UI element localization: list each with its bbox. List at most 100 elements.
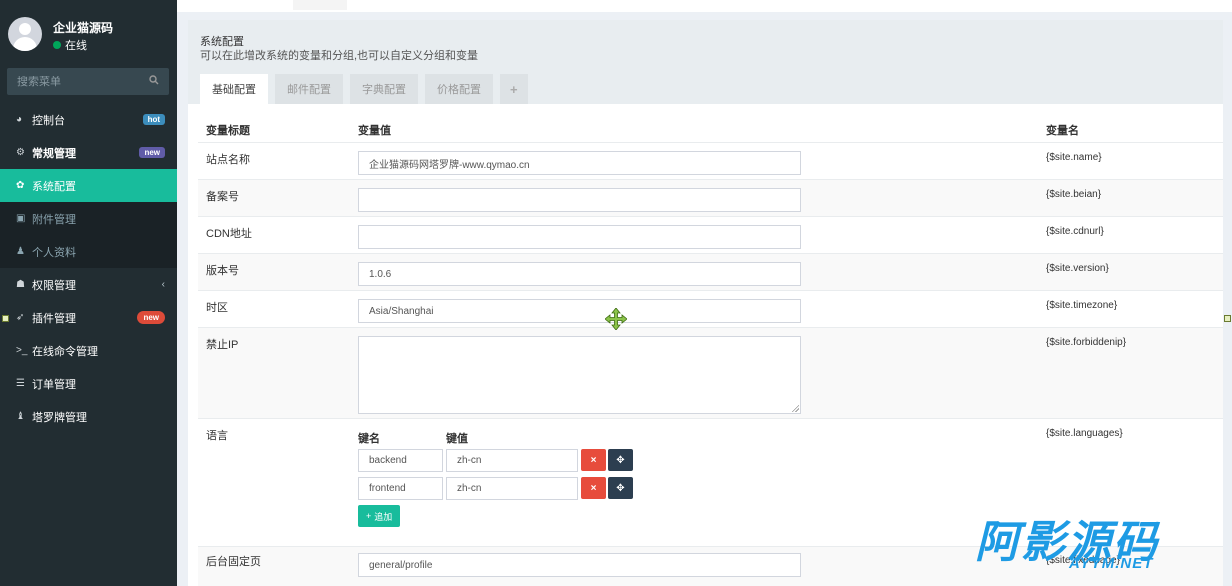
row-label: 禁止IP bbox=[206, 339, 239, 351]
append-button[interactable]: + 追加 bbox=[358, 505, 401, 527]
sidebar-item-addon[interactable]: ➶ 插件管理 new bbox=[0, 301, 177, 334]
rocket-icon: ➶ bbox=[16, 312, 25, 323]
tab-email[interactable]: 邮件配置 bbox=[275, 74, 343, 104]
sidebar-item-label: 在线命令管理 bbox=[32, 345, 98, 358]
sidebar-item-label: 个人资料 bbox=[32, 246, 76, 259]
site-name-input[interactable] bbox=[358, 151, 801, 175]
group-icon: ☗ bbox=[16, 279, 25, 290]
left-resize-marker bbox=[2, 315, 9, 322]
avatar bbox=[8, 17, 42, 51]
sidebar-item-config[interactable]: ✿ 系统配置 bbox=[0, 169, 177, 202]
top-navbar bbox=[177, 0, 1232, 12]
config-tabs: 基础配置 邮件配置 字典配置 价格配置 + bbox=[200, 74, 528, 104]
resize-handle[interactable] bbox=[791, 404, 799, 412]
row-variable: {$site.cdnurl} bbox=[1046, 226, 1104, 237]
dashboard-icon: ◕ bbox=[16, 114, 23, 125]
row-label: 时区 bbox=[206, 302, 228, 314]
beian-input[interactable] bbox=[358, 188, 801, 212]
new-badge: new bbox=[139, 147, 165, 158]
row-label: 后台固定页 bbox=[206, 556, 261, 568]
gear-icon: ✿ bbox=[16, 180, 25, 191]
row-variable: {$site.version} bbox=[1046, 263, 1109, 274]
list-icon: ☰ bbox=[16, 378, 25, 389]
sidebar-item-profile[interactable]: ♟ 个人资料 bbox=[0, 235, 177, 268]
watermark-subtext: AYYM.NET bbox=[1069, 555, 1154, 572]
sidebar-search bbox=[7, 68, 169, 95]
language-value-input[interactable] bbox=[446, 477, 578, 500]
version-input[interactable] bbox=[358, 262, 801, 286]
drag-handle-button[interactable]: ✥ bbox=[608, 449, 633, 471]
user-panel: 企业猫源码 在线 bbox=[0, 0, 177, 64]
sidebar-item-order[interactable]: ☰ 订单管理 bbox=[0, 367, 177, 400]
drag-handle-button[interactable]: ✥ bbox=[608, 477, 633, 499]
online-dot-icon bbox=[53, 41, 61, 49]
chevron-left-icon: ‹ bbox=[161, 279, 165, 290]
value-header: 键值 bbox=[446, 433, 468, 445]
tab-dictionary[interactable]: 字典配置 bbox=[350, 74, 418, 104]
cdn-url-input[interactable] bbox=[358, 225, 801, 249]
terminal-icon: >_ bbox=[16, 345, 28, 356]
tab-basic[interactable]: 基础配置 bbox=[200, 74, 268, 104]
append-button-label: 追加 bbox=[374, 511, 393, 522]
language-value-input[interactable] bbox=[446, 449, 578, 472]
forbidden-ip-textarea[interactable] bbox=[358, 336, 801, 414]
row-variable: {$site.timezone} bbox=[1046, 300, 1118, 311]
chess-icon: ♝ bbox=[16, 411, 25, 422]
language-key-input[interactable] bbox=[358, 449, 443, 472]
timezone-input[interactable] bbox=[358, 299, 801, 323]
sidebar-item-label: 插件管理 bbox=[32, 312, 76, 325]
user-name: 企业猫源码 bbox=[53, 21, 114, 35]
sidebar-item-label: 塔罗牌管理 bbox=[32, 411, 87, 424]
config-panel: 系统配置 可以在此增改系统的变量和分组,也可以自定义分组和变量 基础配置 邮件配… bbox=[188, 20, 1223, 586]
sidebar-item-label: 附件管理 bbox=[32, 213, 76, 226]
row-label: 版本号 bbox=[206, 265, 239, 277]
sidebar-item-general[interactable]: ⚙ 常规管理 new bbox=[0, 136, 177, 169]
nav-tab-stub[interactable] bbox=[293, 0, 347, 10]
move-cursor-icon bbox=[605, 308, 627, 330]
fixed-page-input[interactable] bbox=[358, 553, 801, 577]
row-label: 语言 bbox=[206, 430, 228, 442]
right-resize-marker bbox=[1224, 315, 1231, 322]
row-label: 站点名称 bbox=[206, 154, 250, 166]
row-variable: {$site.beian} bbox=[1046, 189, 1102, 200]
search-icon[interactable] bbox=[149, 75, 159, 88]
add-tab-button[interactable]: + bbox=[500, 74, 528, 104]
sidebar: 企业猫源码 在线 ◕ 控制台 hot ⚙ 常规管理 new ✿ 系统配置 ▣ 附… bbox=[0, 0, 177, 586]
language-key-input[interactable] bbox=[358, 477, 443, 500]
cogs-icon: ⚙ bbox=[16, 147, 25, 158]
search-input[interactable] bbox=[17, 75, 137, 88]
sidebar-item-label: 系统配置 bbox=[32, 180, 76, 193]
row-variable: {$site.forbiddenip} bbox=[1046, 337, 1127, 348]
sidebar-item-auth[interactable]: ☗ 权限管理 ‹ bbox=[0, 268, 177, 301]
row-variable: {$site.name} bbox=[1046, 152, 1102, 163]
table-row: 站点名称 {$site.name} bbox=[198, 142, 1223, 179]
row-variable: {$site.languages} bbox=[1046, 428, 1123, 439]
key-header: 键名 bbox=[358, 433, 380, 445]
tab-price[interactable]: 价格配置 bbox=[425, 74, 493, 104]
sidebar-item-attachment[interactable]: ▣ 附件管理 bbox=[0, 202, 177, 235]
delete-button[interactable]: × bbox=[581, 477, 606, 499]
hot-badge: hot bbox=[142, 114, 165, 125]
panel-description: 可以在此增改系统的变量和分组,也可以自定义分组和变量 bbox=[200, 50, 479, 62]
delete-button[interactable]: × bbox=[581, 449, 606, 471]
sidebar-item-tarot[interactable]: ♝ 塔罗牌管理 bbox=[0, 400, 177, 433]
sidebar-item-command[interactable]: >_ 在线命令管理 bbox=[0, 334, 177, 367]
table-row: 版本号 {$site.version} bbox=[198, 253, 1223, 290]
table-row: CDN地址 {$site.cdnurl} bbox=[198, 216, 1223, 253]
new-badge: new bbox=[137, 311, 165, 324]
panel-header: 系统配置 可以在此增改系统的变量和分组,也可以自定义分组和变量 基础配置 邮件配… bbox=[188, 20, 1223, 104]
sidebar-item-label: 控制台 bbox=[32, 114, 65, 127]
file-image-icon: ▣ bbox=[16, 213, 26, 224]
row-label: CDN地址 bbox=[206, 228, 252, 240]
sidebar-item-label: 订单管理 bbox=[32, 378, 76, 391]
table-row: 禁止IP {$site.forbiddenip} bbox=[198, 327, 1223, 418]
plus-icon: + bbox=[366, 511, 372, 521]
column-header-title: 变量标题 bbox=[206, 125, 250, 137]
column-header-name: 变量名 bbox=[1046, 125, 1079, 137]
sidebar-item-dashboard[interactable]: ◕ 控制台 hot bbox=[0, 103, 177, 136]
watermark-logo: 阿影源码 AYYM.NET bbox=[975, 518, 1197, 578]
table-row: 时区 {$site.timezone} bbox=[198, 290, 1223, 327]
sidebar-item-label: 权限管理 bbox=[32, 279, 76, 292]
sidebar-item-label: 常规管理 bbox=[32, 147, 76, 160]
user-status: 在线 bbox=[53, 37, 87, 53]
